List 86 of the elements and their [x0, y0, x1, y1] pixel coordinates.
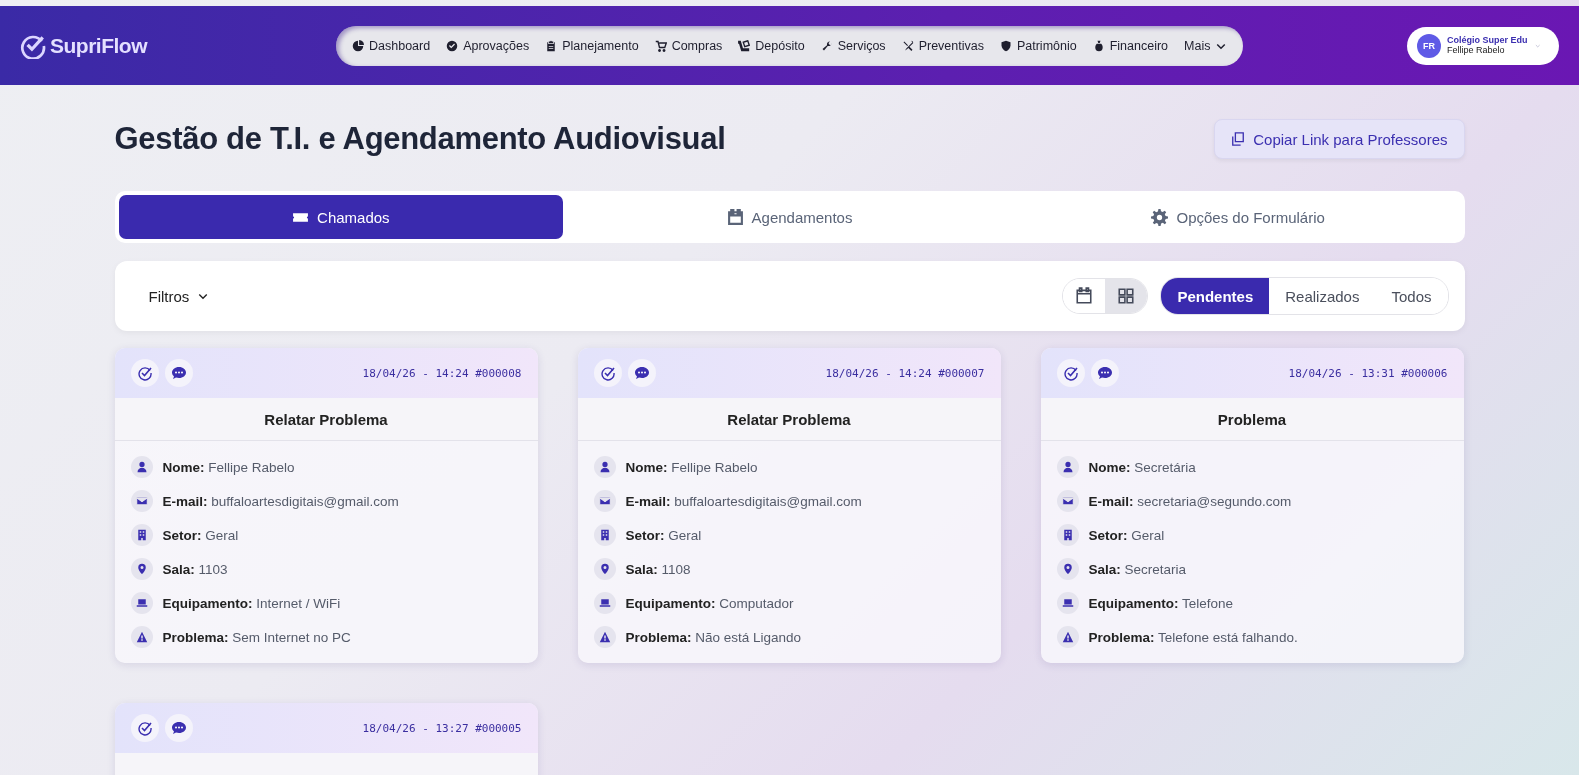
building-icon	[1056, 524, 1079, 546]
building-icon	[130, 524, 153, 546]
nav-link[interactable]: Compras	[654, 38, 723, 53]
ticket-timestamp: 18/04/26 - 13:27 #000005	[362, 721, 522, 735]
laptop-icon	[1056, 592, 1079, 614]
map-pin-icon	[130, 558, 153, 580]
money-bag-icon	[1092, 39, 1105, 52]
chat-bubble-icon[interactable]	[164, 359, 193, 387]
field-text: Problema: Não está Ligando	[625, 629, 802, 645]
settings-icon	[1151, 208, 1169, 226]
calendar-icon	[726, 208, 744, 226]
copy-icon	[1231, 132, 1246, 146]
field-text: Equipamento: Computador	[625, 595, 794, 611]
check-circle-icon[interactable]	[1056, 359, 1085, 387]
wrench-icon	[820, 39, 833, 52]
warning-icon	[1056, 626, 1079, 648]
field-text: Sala: 1103	[162, 561, 228, 577]
field-text: Setor: Geral	[625, 527, 702, 543]
warning-icon	[593, 626, 616, 648]
field-text: Nome: Fellipe Rabelo	[625, 459, 758, 475]
user-icon	[593, 456, 616, 478]
laptop-icon	[130, 592, 153, 614]
check-circle-icon[interactable]	[593, 359, 622, 387]
pie-chart-icon	[352, 39, 364, 52]
field-text: Nome: Fellipe Rabelo	[162, 459, 295, 475]
user-icon	[1056, 456, 1079, 478]
nav-link[interactable]: Mais	[1184, 38, 1228, 53]
nav-link[interactable]: Dashboard	[352, 38, 431, 53]
tab[interactable]: Agendamentos	[567, 195, 1012, 239]
check-circle-icon[interactable]	[130, 714, 159, 742]
nav-link[interactable]: Serviços	[820, 38, 886, 53]
nav-link[interactable]: Depósito	[738, 38, 805, 53]
envelope-icon	[593, 490, 616, 512]
nav-link[interactable]: Planejamento	[545, 38, 639, 53]
ticket-title: Relatar Problema	[264, 410, 388, 428]
field-text: Setor: Geral	[1088, 527, 1165, 543]
laptop-icon	[593, 592, 616, 614]
page-title: Gestão de T.I. e Agendamento Audiovisual	[114, 121, 726, 157]
nav-link[interactable]: Patrimônio	[999, 38, 1077, 53]
calendar-icon	[1075, 287, 1094, 305]
nav-link[interactable]: Aprovações	[446, 38, 530, 53]
map-pin-icon	[1056, 558, 1079, 580]
status-tab[interactable]: Pendentes	[1161, 278, 1270, 314]
field-text: Sala: 1108	[625, 561, 691, 577]
grid-icon	[1117, 287, 1136, 305]
chat-bubble-icon[interactable]	[627, 359, 656, 387]
cart-icon	[654, 39, 667, 52]
copy-link-button[interactable]: Copiar Link para Professores	[1214, 119, 1465, 159]
tab[interactable]: Chamados	[118, 195, 564, 239]
field-text: Setor: Geral	[162, 527, 239, 543]
map-pin-icon	[593, 558, 616, 580]
tab[interactable]: Opções do Formulário	[1015, 195, 1461, 239]
ticket-timestamp: 18/04/26 - 14:24 #000008	[362, 366, 522, 380]
shield-icon	[999, 39, 1012, 52]
clipboard-icon	[545, 39, 558, 52]
field-text: Equipamento: Telefone	[1088, 595, 1234, 611]
field-text: Sala: Secretaria	[1088, 561, 1187, 577]
user-icon	[130, 456, 153, 478]
field-text: Problema: Telefone está falhando.	[1088, 629, 1298, 645]
avatar-initials: FR	[1417, 33, 1441, 58]
nav-link[interactable]: Financeiro	[1092, 38, 1169, 53]
ticket-title: Problema	[1217, 410, 1287, 428]
ticket-timestamp: 18/04/26 - 14:24 #000007	[825, 366, 985, 380]
ticket-timestamp: 18/04/26 - 13:31 #000006	[1288, 366, 1448, 380]
field-text: Nome: Secretária	[1088, 459, 1196, 475]
user-name: Fellipe Rabelo	[1447, 45, 1505, 56]
tools-icon	[901, 39, 914, 52]
field-text: E-mail: secretaria@segundo.com	[1088, 493, 1292, 509]
field-text: Equipamento: Internet / WiFi	[162, 595, 341, 611]
ticket-title: Relatar Problema	[727, 410, 851, 428]
nav-link[interactable]: Preventivas	[901, 38, 984, 53]
chat-bubble-icon[interactable]	[1090, 359, 1119, 387]
field-text: E-mail: buffaloartesdigitais@gmail.com	[162, 493, 399, 509]
field-text: E-mail: buffaloartesdigitais@gmail.com	[625, 493, 862, 509]
account-menu[interactable]: FR Colégio Super Edu Fellipe Rabelo	[1407, 26, 1559, 65]
chat-bubble-icon[interactable]	[164, 714, 193, 742]
warning-icon	[130, 626, 153, 648]
envelope-icon	[130, 490, 153, 512]
organization-name: Colégio Super Edu	[1447, 35, 1528, 46]
view-button[interactable]	[1105, 279, 1148, 313]
filters-dropdown[interactable]: Filtros	[142, 286, 216, 306]
building-icon	[593, 524, 616, 546]
check-circle-icon[interactable]	[130, 359, 159, 387]
envelope-icon	[1056, 490, 1079, 512]
brand-logo[interactable]: SupriFlow	[50, 33, 147, 58]
field-text: Problema: Sem Internet no PC	[162, 629, 351, 645]
